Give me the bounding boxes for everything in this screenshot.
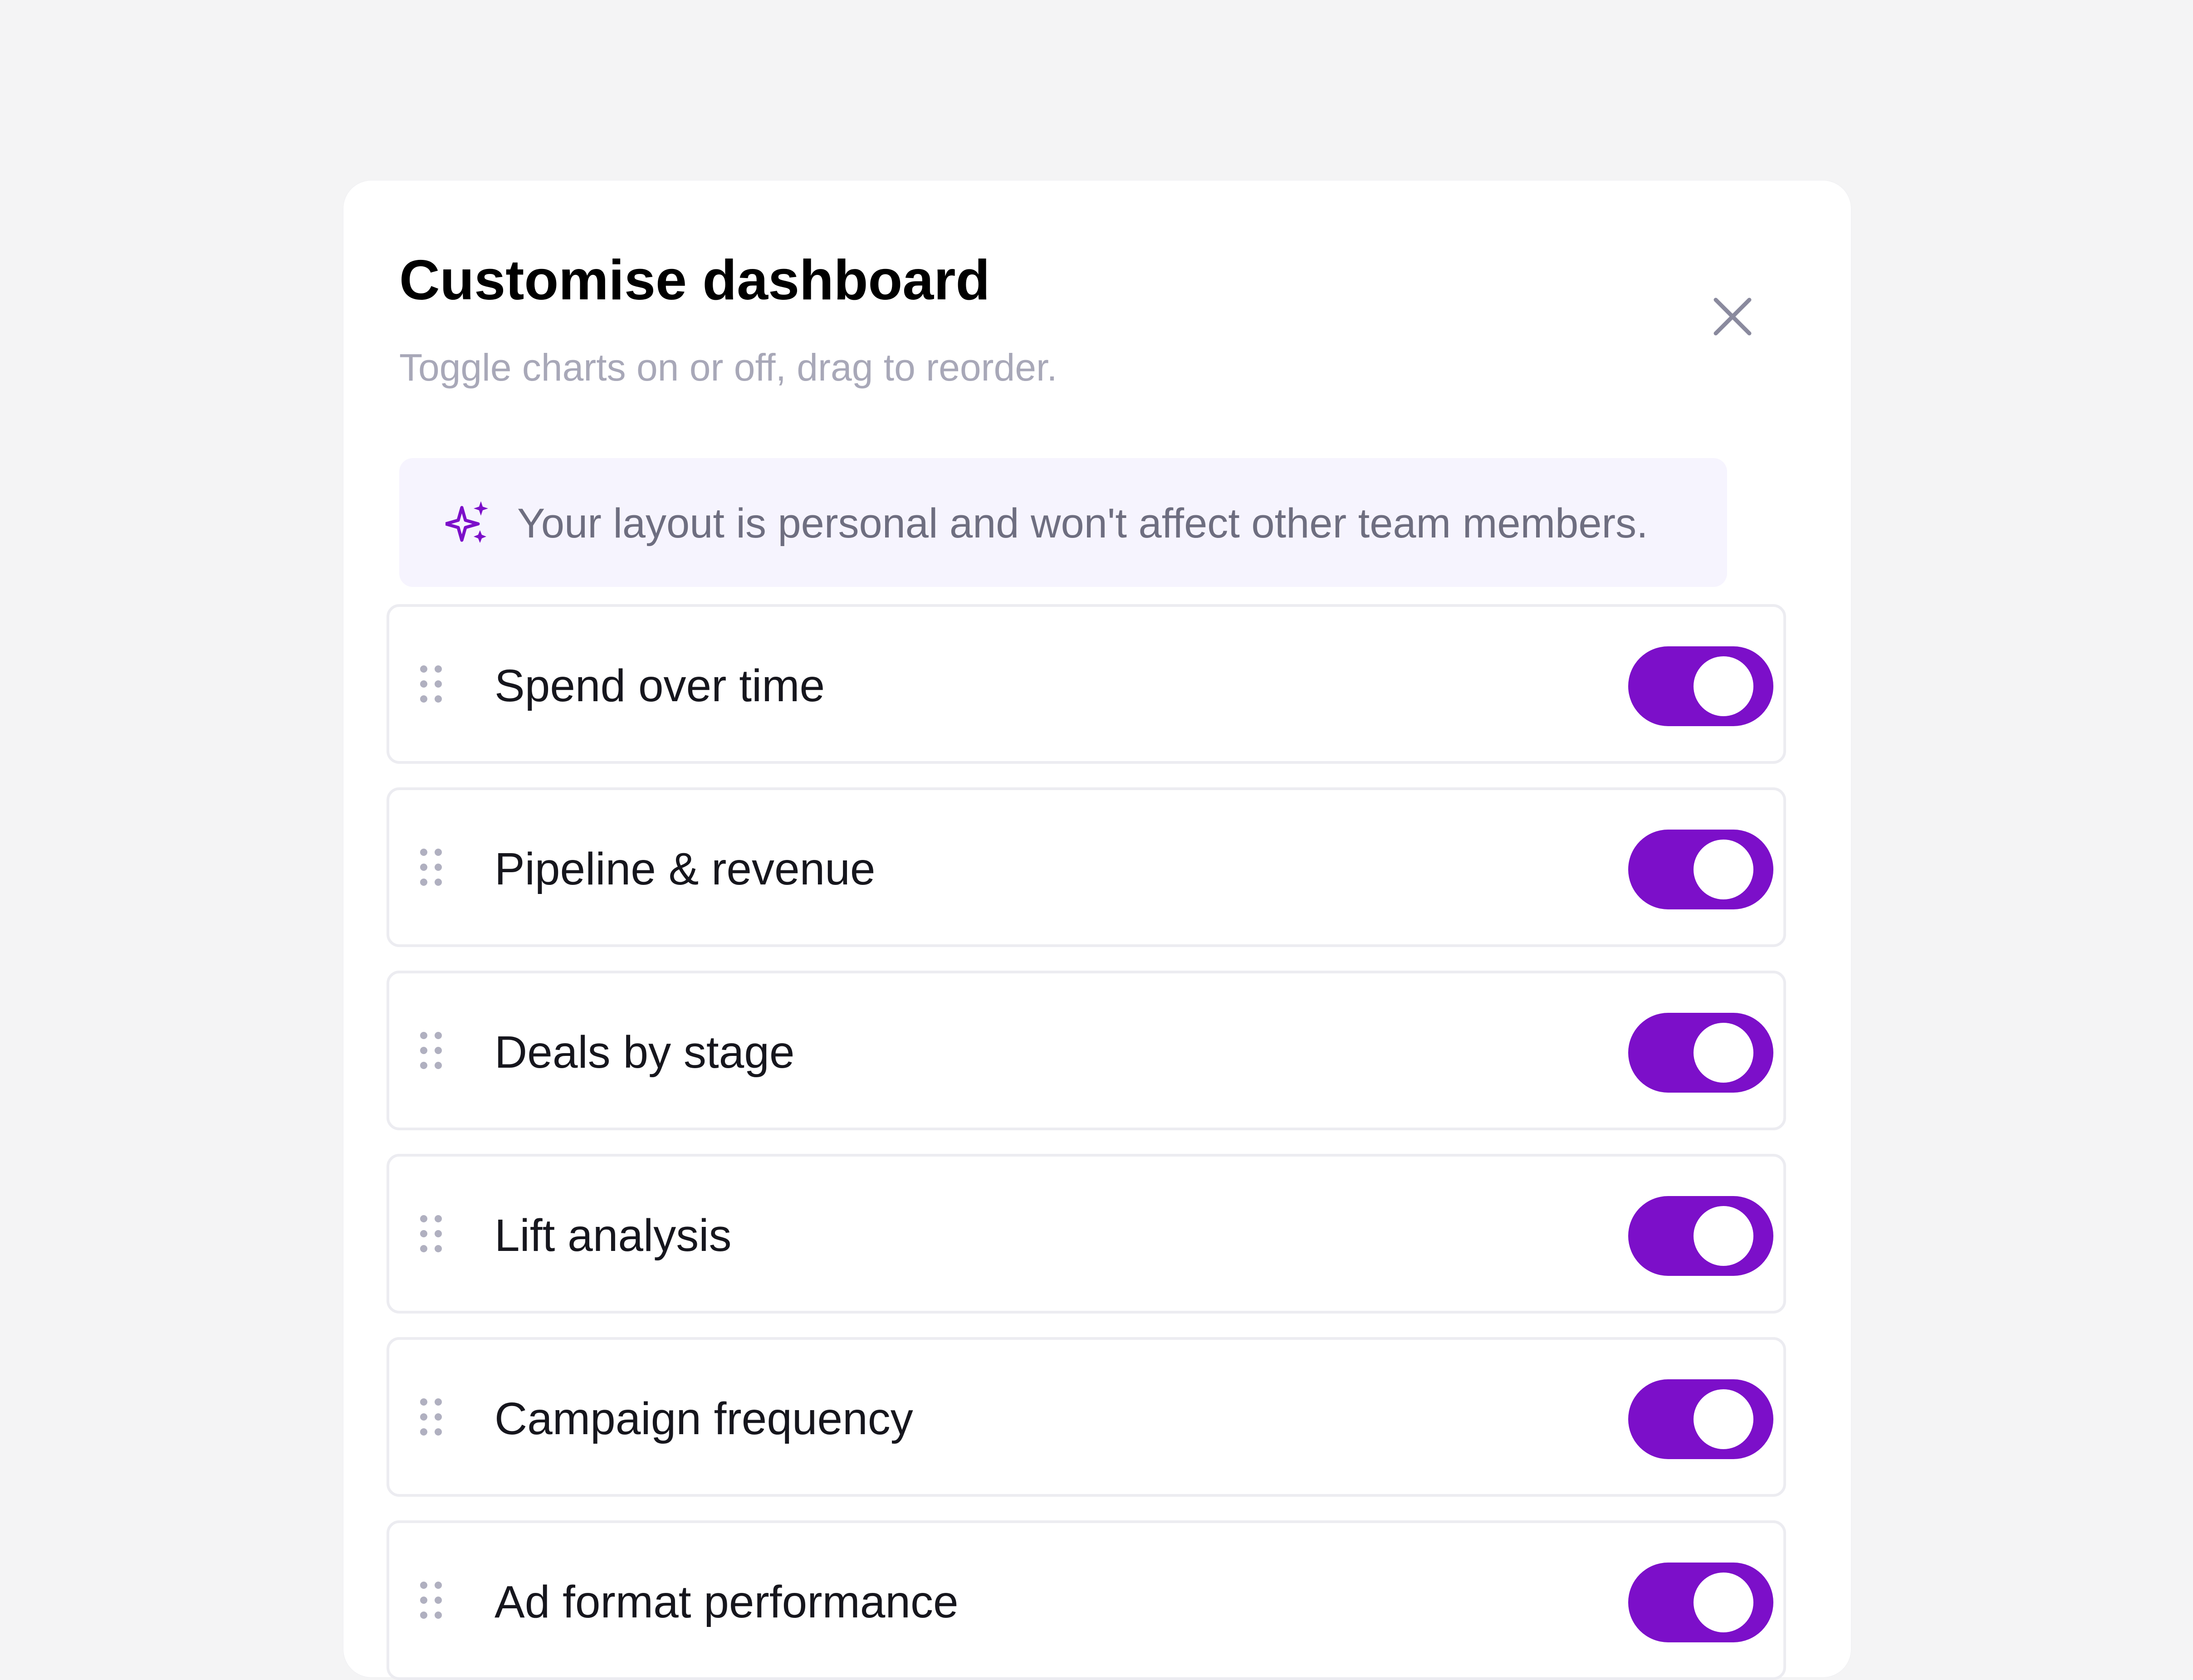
toggle-spend-over-time[interactable] (1628, 646, 1773, 726)
toggle-pipeline-and-revenue[interactable] (1628, 830, 1773, 909)
toggle-knob (1694, 1023, 1753, 1083)
chart-row-ad-format-performance[interactable]: Ad format performance (387, 1520, 1786, 1680)
chart-label: Deals by stage (494, 1027, 795, 1078)
chart-row-deals-by-stage[interactable]: Deals by stage (387, 971, 1786, 1130)
toggle-knob (1694, 840, 1753, 899)
drag-handle-icon[interactable] (419, 1397, 443, 1436)
toggle-knob (1694, 1573, 1753, 1632)
chart-label: Spend over time (494, 660, 825, 711)
chart-row-lift-analysis[interactable]: Lift analysis (387, 1154, 1786, 1314)
banner-text: Your layout is personal and won't affect… (517, 500, 1648, 547)
drag-handle-icon[interactable] (419, 664, 443, 703)
customise-dashboard-dialog: Customise dashboard Toggle charts on or … (343, 181, 1851, 1680)
drag-handle-icon[interactable] (419, 1031, 443, 1070)
chart-row-spend-over-time[interactable]: Spend over time (387, 604, 1786, 764)
chart-label: Lift analysis (494, 1210, 732, 1261)
chart-row-campaign-frequency[interactable]: Campaign frequency (387, 1337, 1786, 1497)
toggle-knob (1694, 1206, 1753, 1266)
dialog-subtitle: Toggle charts on or off, drag to reorder… (399, 346, 1057, 389)
drag-handle-icon[interactable] (419, 1214, 443, 1253)
chart-label: Campaign frequency (494, 1393, 913, 1444)
drag-handle-icon[interactable] (419, 848, 443, 887)
close-icon (1713, 298, 1752, 336)
toggle-ad-format-performance[interactable] (1628, 1563, 1773, 1642)
sparkle-icon (445, 501, 488, 543)
chart-label: Ad format performance (494, 1577, 959, 1627)
dialog-title: Customise dashboard (399, 249, 990, 312)
toggle-campaign-frequency[interactable] (1628, 1379, 1773, 1459)
toggle-deals-by-stage[interactable] (1628, 1013, 1773, 1093)
toggle-knob (1694, 1389, 1753, 1449)
drag-handle-icon[interactable] (419, 1581, 443, 1620)
chart-row-pipeline-and-revenue[interactable]: Pipeline & revenue (387, 787, 1786, 947)
toggle-lift-analysis[interactable] (1628, 1196, 1773, 1276)
chart-label: Pipeline & revenue (494, 844, 876, 894)
close-button[interactable] (1703, 287, 1762, 346)
toggle-knob (1694, 656, 1753, 716)
info-banner: Your layout is personal and won't affect… (399, 458, 1727, 587)
